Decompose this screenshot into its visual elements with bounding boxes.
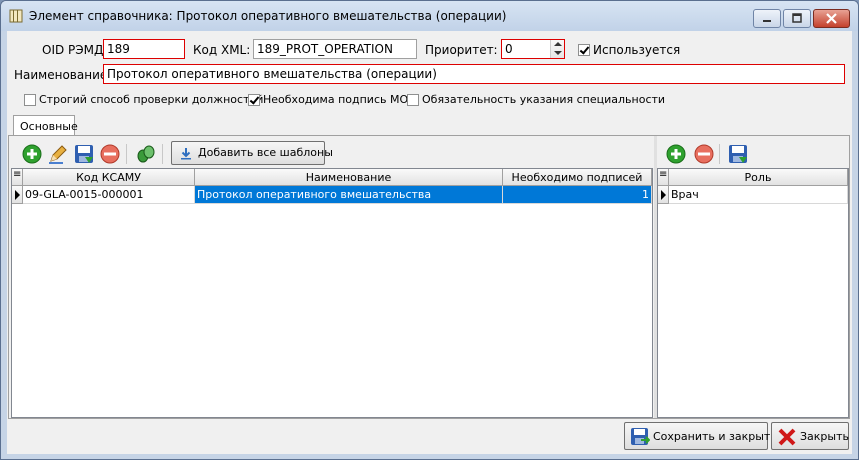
close-icon (778, 428, 796, 446)
title-bar[interactable]: Элемент справочника: Протокол оперативно… (1, 1, 858, 31)
save-icon (631, 428, 650, 445)
name-label: Наименование: (14, 68, 112, 82)
name-field[interactable]: Протокол оперативного вмешательства (опе… (103, 64, 845, 84)
close-button[interactable]: Закрыть (771, 422, 849, 450)
window-title: Элемент справочника: Протокол оперативно… (29, 9, 507, 23)
priority-field[interactable]: 0 (501, 39, 565, 59)
download-icon (181, 148, 191, 160)
xml-code-label: Код XML: (193, 43, 251, 57)
cell-code[interactable]: 09-GLA-0015-000001 (23, 186, 195, 204)
toolbar-separator (162, 144, 163, 164)
cell-signatures[interactable]: 1 (503, 186, 652, 204)
strict-position-check-checkbox[interactable] (24, 94, 36, 106)
maximize-button[interactable] (783, 9, 811, 28)
grid-column-chooser[interactable] (658, 169, 669, 186)
tab-panel-main: Добавить все шаблоны Код КСАМУ Наименова… (8, 135, 850, 419)
maximize-icon (792, 13, 802, 23)
edit-icon[interactable] (47, 143, 69, 165)
roles-grid: Роль Врач (657, 168, 849, 418)
app-icon (9, 9, 23, 23)
close-label: Закрыть (800, 430, 849, 443)
column-header-code[interactable]: Код КСАМУ (23, 169, 195, 186)
used-checkbox[interactable] (578, 44, 590, 56)
toolbar-separator (126, 144, 127, 164)
grid-column-chooser[interactable] (12, 169, 23, 186)
specialty-required-checkbox[interactable] (407, 94, 419, 106)
delete-icon[interactable] (693, 143, 715, 165)
dialog-window: Элемент справочника: Протокол оперативно… (0, 0, 859, 460)
priority-label: Приоритет: (425, 43, 498, 57)
minimize-button[interactable] (753, 9, 781, 28)
dialog-content: OID РЭМД: 189 Код XML: 189_PROT_OPERATIO… (7, 31, 852, 454)
add-all-templates-label: Добавить все шаблоны (198, 146, 333, 159)
add-icon[interactable] (21, 143, 43, 165)
used-label: Используется (593, 43, 681, 57)
priority-stepper[interactable] (550, 40, 564, 58)
cell-role[interactable]: Врач (669, 186, 848, 204)
tab-main-label: Основные (20, 120, 78, 133)
column-header-name[interactable]: Наименование (195, 169, 503, 186)
mo-signature-label: Необходима подпись МО (263, 93, 409, 106)
oid-field[interactable]: 189 (103, 39, 185, 59)
column-header-signatures[interactable]: Необходимо подписей (503, 169, 652, 186)
tab-main[interactable]: Основные (13, 115, 78, 136)
close-window-button[interactable] (813, 9, 850, 28)
save-icon[interactable] (727, 143, 749, 165)
link-icon[interactable] (135, 143, 157, 165)
add-icon[interactable] (665, 143, 687, 165)
add-all-templates-button[interactable]: Добавить все шаблоны (171, 141, 333, 165)
spin-up-icon[interactable] (554, 42, 562, 46)
spin-down-icon[interactable] (554, 51, 562, 55)
specialty-required-label: Обязательность указания специальности (422, 93, 666, 106)
delete-icon[interactable] (99, 143, 121, 165)
priority-value: 0 (505, 42, 513, 56)
toolbar-separator (719, 144, 720, 164)
cell-name[interactable]: Протокол оперативного вмешательства (195, 186, 503, 204)
oid-label: OID РЭМД: (42, 43, 108, 57)
save-and-close-label: Сохранить и закрыть (653, 430, 777, 443)
mo-signature-checkbox[interactable] (248, 94, 260, 106)
templates-grid: Код КСАМУ Наименование Необходимо подпис… (11, 168, 653, 418)
minimize-icon (763, 20, 771, 22)
close-icon (826, 13, 837, 24)
row-indicator (12, 186, 23, 204)
row-indicator (658, 186, 669, 204)
xml-code-field[interactable]: 189_PROT_OPERATION (253, 39, 417, 59)
column-header-role[interactable]: Роль (669, 169, 848, 186)
save-icon[interactable] (73, 143, 95, 165)
save-and-close-button[interactable]: Сохранить и закрыть (624, 422, 777, 450)
strict-position-check-label: Строгий способ проверки должностей (39, 93, 264, 106)
